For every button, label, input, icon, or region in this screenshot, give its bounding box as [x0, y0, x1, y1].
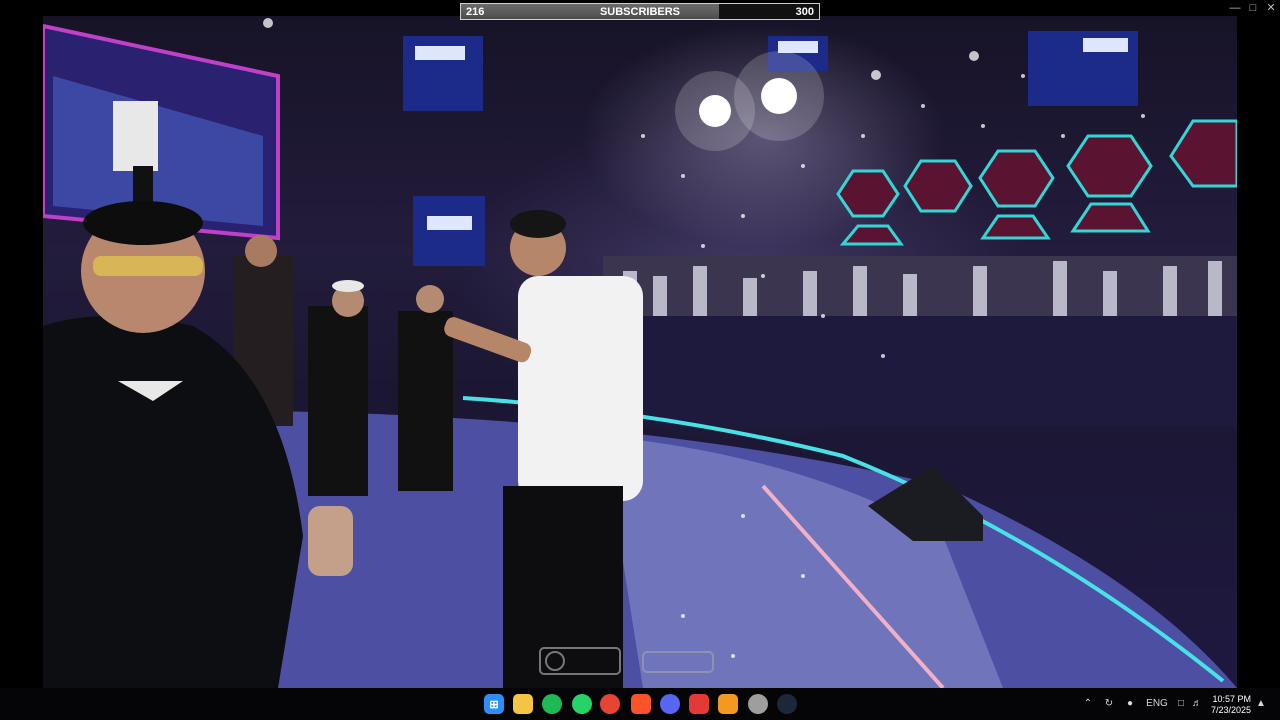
maximize-icon[interactable]: □ [1244, 0, 1262, 16]
network-icon[interactable]: □ [1174, 696, 1188, 712]
hexagon-wall [836, 119, 1237, 246]
microphone-icon[interactable]: ● [1123, 696, 1137, 712]
taskbar: ⊞ ⌃ ↻ ● ENG □ ♬ 10:57 PM 7/23/2025 ▲ [0, 688, 1280, 720]
close-icon[interactable]: ✕ [1262, 0, 1280, 16]
gauge-app-icon[interactable] [748, 694, 768, 714]
stage-scene [43, 18, 1237, 688]
red-app-icon[interactable] [689, 694, 709, 714]
subscriber-label: SUBSCRIBERS [599, 6, 681, 18]
spotify-icon[interactable] [542, 694, 562, 714]
stage-lights [675, 51, 824, 151]
whatsapp-icon[interactable] [572, 694, 592, 714]
notification-bell-icon[interactable]: ▲ [1254, 696, 1268, 712]
sync-icon[interactable]: ↻ [1101, 696, 1117, 712]
language-indicator[interactable]: ENG [1143, 696, 1171, 712]
chrome-icon[interactable] [600, 694, 620, 714]
brave-icon[interactable] [631, 694, 651, 714]
crowd-barrier [603, 316, 1237, 426]
windows-start-icon[interactable]: ⊞ [484, 694, 504, 714]
minimize-icon[interactable]: — [1226, 0, 1244, 16]
clock-date[interactable]: 7/23/2025 [1191, 705, 1251, 715]
stream-video-frame [43, 16, 1237, 688]
chevron-up-icon[interactable]: ⌃ [1081, 696, 1095, 712]
subscriber-goal: 300 [795, 6, 814, 18]
orange-app-icon[interactable] [718, 694, 738, 714]
file-explorer-icon[interactable] [513, 694, 533, 714]
subscriber-goal-bar: 216 SUBSCRIBERS 300 [460, 3, 820, 20]
wall-person [113, 101, 158, 171]
discord-icon[interactable] [660, 694, 680, 714]
clock-time[interactable]: 10:57 PM [1191, 694, 1251, 704]
steam-icon[interactable] [777, 694, 797, 714]
